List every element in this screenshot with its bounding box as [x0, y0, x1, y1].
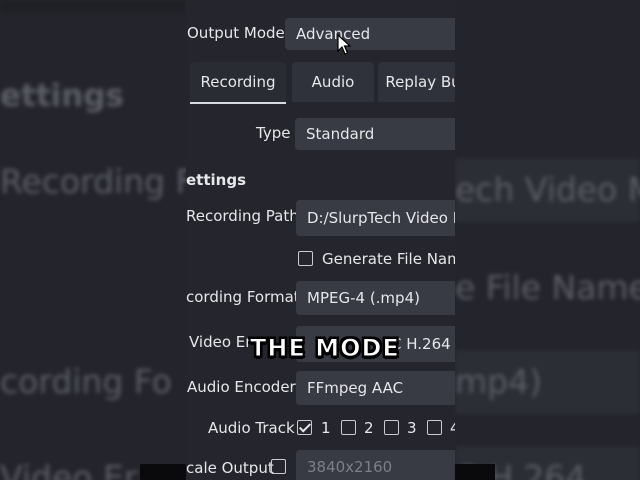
mouse-cursor-icon [337, 34, 351, 55]
bg-text-format: cording Fo [0, 362, 172, 401]
generate-filename-label: Generate File Name [322, 250, 455, 268]
tab-recording[interactable]: Recording [190, 62, 286, 104]
audio-track-4-label: 4 [450, 419, 455, 437]
audio-track-2-label: 2 [364, 419, 374, 437]
recording-format-select[interactable]: MPEG-4 (.mp4) [296, 281, 455, 315]
output-mode-select[interactable]: Advanced [285, 18, 455, 50]
bg-top-bar [0, 0, 186, 12]
bg-text-filename: e File Name [455, 268, 640, 307]
tab-replay-buffer[interactable]: Replay Bu [378, 62, 455, 102]
output-mode-label: Output Mode [187, 24, 285, 42]
audio-track-4-checkbox[interactable] [427, 420, 442, 435]
bg-text-path: ech Video Mo [455, 170, 640, 209]
tab-audio[interactable]: Audio [292, 62, 374, 102]
type-select[interactable]: Standard [295, 118, 455, 150]
video-caption: THE MODE [250, 334, 400, 363]
recording-path-input[interactable]: D:/SlurpTech Video Mo [296, 200, 455, 236]
audio-track-1-checkbox[interactable] [297, 420, 312, 435]
rescale-output-checkbox[interactable] [271, 459, 286, 474]
video-encoder-label: Video Er [189, 333, 252, 351]
type-label: Type [256, 124, 291, 142]
bg-text-recording: Recording F [0, 162, 195, 201]
audio-track-3-label: 3 [407, 419, 417, 437]
bg-text-mp4: mp4) [455, 362, 542, 401]
recording-format-label: cording Format [186, 288, 300, 306]
audio-track-label: Audio Track [208, 419, 295, 437]
rescale-output-input[interactable]: 3840x2160 [296, 450, 455, 480]
section-title: ettings [186, 171, 246, 189]
bg-text-settings: ettings [0, 78, 124, 114]
recording-path-label: Recording Path [186, 207, 299, 225]
audio-track-2-checkbox[interactable] [341, 420, 356, 435]
rescale-output-label: cale Output [186, 459, 274, 477]
audio-encoder-label: Audio Encoder [187, 378, 296, 396]
settings-panel: Output Mode Advanced Recording Audio Rep… [186, 0, 455, 480]
audio-encoder-select[interactable]: FFmpeg AAC [296, 371, 455, 405]
generate-filename-checkbox[interactable] [298, 251, 313, 266]
audio-track-3-checkbox[interactable] [384, 420, 399, 435]
audio-track-1-label: 1 [321, 419, 331, 437]
bg-text-video-encoder: Video Er [0, 458, 138, 480]
